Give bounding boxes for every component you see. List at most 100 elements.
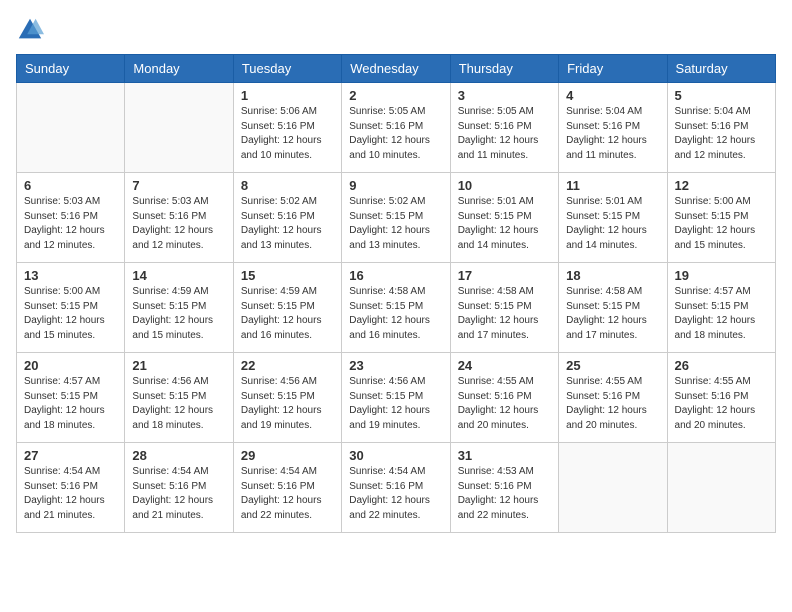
- calendar-cell: 7 Sunrise: 5:03 AM Sunset: 5:16 PM Daylig…: [125, 173, 233, 263]
- calendar-cell: 6 Sunrise: 5:03 AM Sunset: 5:16 PM Daylig…: [17, 173, 125, 263]
- day-info: Sunrise: 4:56 AM Sunset: 5:15 PM Dayligh…: [132, 375, 225, 433]
- logo-icon: [16, 16, 44, 44]
- calendar-cell: 1 Sunrise: 5:06 AM Sunset: 5:16 PM Daylig…: [233, 83, 341, 173]
- day-info: Sunrise: 5:00 AM Sunset: 5:15 PM Dayligh…: [675, 195, 768, 253]
- day-number: 11: [566, 178, 659, 193]
- day-number: 13: [24, 268, 117, 283]
- day-number: 27: [24, 448, 117, 463]
- header-monday: Monday: [125, 55, 233, 83]
- day-number: 21: [132, 358, 225, 373]
- calendar-cell: 26 Sunrise: 4:55 AM Sunset: 5:16 PM Dayli…: [667, 353, 775, 443]
- day-number: 7: [132, 178, 225, 193]
- day-number: 10: [458, 178, 551, 193]
- header-tuesday: Tuesday: [233, 55, 341, 83]
- day-number: 29: [241, 448, 334, 463]
- day-number: 30: [349, 448, 442, 463]
- calendar-cell: 17 Sunrise: 4:58 AM Sunset: 5:15 PM Dayli…: [450, 263, 558, 353]
- calendar-cell: 13 Sunrise: 5:00 AM Sunset: 5:15 PM Dayli…: [17, 263, 125, 353]
- logo: [16, 16, 48, 44]
- day-number: 4: [566, 88, 659, 103]
- day-number: 17: [458, 268, 551, 283]
- calendar-cell: 15Sunrise: 4:59 AM Sunset: 5:15 PM Dayli…: [233, 263, 341, 353]
- day-number: 3: [458, 88, 551, 103]
- header-thursday: Thursday: [450, 55, 558, 83]
- day-info: Sunrise: 5:04 AM Sunset: 5:16 PM Dayligh…: [566, 105, 659, 163]
- day-info: Sunrise: 5:02 AM Sunset: 5:16 PM Dayligh…: [241, 195, 334, 253]
- day-number: 12: [675, 178, 768, 193]
- header-saturday: Saturday: [667, 55, 775, 83]
- day-number: 25: [566, 358, 659, 373]
- calendar-cell: 29 Sunrise: 4:54 AM Sunset: 5:16 PM Dayli…: [233, 443, 341, 533]
- calendar-cell: 16Sunrise: 4:58 AM Sunset: 5:15 PM Dayli…: [342, 263, 450, 353]
- day-info: Sunrise: 5:05 AM Sunset: 5:16 PM Dayligh…: [349, 105, 442, 163]
- day-info: Sunrise: 5:06 AM Sunset: 5:16 PM Dayligh…: [241, 105, 334, 163]
- day-info: Sunrise: 4:54 AM Sunset: 5:16 PM Dayligh…: [241, 465, 334, 523]
- page-header: [16, 16, 776, 44]
- day-number: 2: [349, 88, 442, 103]
- calendar-cell: 2 Sunrise: 5:05 AM Sunset: 5:16 PM Daylig…: [342, 83, 450, 173]
- calendar-cell: [17, 83, 125, 173]
- day-info: Sunrise: 5:02 AM Sunset: 5:15 PM Dayligh…: [349, 195, 442, 253]
- calendar-week-row: 13 Sunrise: 5:00 AM Sunset: 5:15 PM Dayli…: [17, 263, 776, 353]
- calendar-cell: 8 Sunrise: 5:02 AM Sunset: 5:16 PM Daylig…: [233, 173, 341, 263]
- calendar-cell: 12 Sunrise: 5:00 AM Sunset: 5:15 PM Dayli…: [667, 173, 775, 263]
- day-number: 15: [241, 268, 334, 283]
- header-wednesday: Wednesday: [342, 55, 450, 83]
- calendar-cell: 3 Sunrise: 5:05 AM Sunset: 5:16 PM Daylig…: [450, 83, 558, 173]
- calendar-cell: 22 Sunrise: 4:56 AM Sunset: 5:15 PM Dayli…: [233, 353, 341, 443]
- day-info: Sunrise: 5:01 AM Sunset: 5:15 PM Dayligh…: [566, 195, 659, 253]
- calendar-cell: 5Sunrise: 5:04 AM Sunset: 5:16 PM Daylig…: [667, 83, 775, 173]
- calendar-week-row: 6 Sunrise: 5:03 AM Sunset: 5:16 PM Daylig…: [17, 173, 776, 263]
- calendar-cell: 18Sunrise: 4:58 AM Sunset: 5:15 PM Dayli…: [559, 263, 667, 353]
- day-info: Sunrise: 4:55 AM Sunset: 5:16 PM Dayligh…: [675, 375, 768, 433]
- calendar-cell: 20 Sunrise: 4:57 AM Sunset: 5:15 PM Dayli…: [17, 353, 125, 443]
- calendar-cell: [559, 443, 667, 533]
- day-info: Sunrise: 5:03 AM Sunset: 5:16 PM Dayligh…: [132, 195, 225, 253]
- day-number: 24: [458, 358, 551, 373]
- day-info: Sunrise: 4:54 AM Sunset: 5:16 PM Dayligh…: [24, 465, 117, 523]
- calendar-cell: [125, 83, 233, 173]
- day-info: Sunrise: 4:54 AM Sunset: 5:16 PM Dayligh…: [132, 465, 225, 523]
- day-number: 1: [241, 88, 334, 103]
- day-info: Sunrise: 4:55 AM Sunset: 5:16 PM Dayligh…: [458, 375, 551, 433]
- calendar-cell: 9Sunrise: 5:02 AM Sunset: 5:15 PM Daylig…: [342, 173, 450, 263]
- calendar-header-row: SundayMondayTuesdayWednesdayThursdayFrid…: [17, 55, 776, 83]
- calendar-cell: 30 Sunrise: 4:54 AM Sunset: 5:16 PM Dayli…: [342, 443, 450, 533]
- calendar-cell: 4 Sunrise: 5:04 AM Sunset: 5:16 PM Daylig…: [559, 83, 667, 173]
- day-number: 6: [24, 178, 117, 193]
- calendar-cell: 19 Sunrise: 4:57 AM Sunset: 5:15 PM Dayli…: [667, 263, 775, 353]
- day-info: Sunrise: 5:03 AM Sunset: 5:16 PM Dayligh…: [24, 195, 117, 253]
- header-sunday: Sunday: [17, 55, 125, 83]
- day-number: 8: [241, 178, 334, 193]
- calendar-cell: 24 Sunrise: 4:55 AM Sunset: 5:16 PM Dayli…: [450, 353, 558, 443]
- calendar-week-row: 27 Sunrise: 4:54 AM Sunset: 5:16 PM Dayli…: [17, 443, 776, 533]
- day-info: Sunrise: 5:01 AM Sunset: 5:15 PM Dayligh…: [458, 195, 551, 253]
- calendar-cell: 11 Sunrise: 5:01 AM Sunset: 5:15 PM Dayli…: [559, 173, 667, 263]
- day-info: Sunrise: 4:57 AM Sunset: 5:15 PM Dayligh…: [675, 285, 768, 343]
- day-info: Sunrise: 5:05 AM Sunset: 5:16 PM Dayligh…: [458, 105, 551, 163]
- calendar-table: SundayMondayTuesdayWednesdayThursdayFrid…: [16, 54, 776, 533]
- day-number: 28: [132, 448, 225, 463]
- day-info: Sunrise: 5:04 AM Sunset: 5:16 PM Dayligh…: [675, 105, 768, 163]
- day-number: 31: [458, 448, 551, 463]
- day-number: 20: [24, 358, 117, 373]
- calendar-cell: 28 Sunrise: 4:54 AM Sunset: 5:16 PM Dayli…: [125, 443, 233, 533]
- day-number: 19: [675, 268, 768, 283]
- day-info: Sunrise: 4:58 AM Sunset: 5:15 PM Dayligh…: [458, 285, 551, 343]
- day-info: Sunrise: 4:59 AM Sunset: 5:15 PM Dayligh…: [132, 285, 225, 343]
- calendar-cell: 14 Sunrise: 4:59 AM Sunset: 5:15 PM Dayli…: [125, 263, 233, 353]
- day-number: 23: [349, 358, 442, 373]
- day-number: 14: [132, 268, 225, 283]
- day-info: Sunrise: 4:56 AM Sunset: 5:15 PM Dayligh…: [241, 375, 334, 433]
- calendar-cell: 23Sunrise: 4:56 AM Sunset: 5:15 PM Dayli…: [342, 353, 450, 443]
- calendar-cell: 27 Sunrise: 4:54 AM Sunset: 5:16 PM Dayli…: [17, 443, 125, 533]
- day-number: 26: [675, 358, 768, 373]
- day-number: 22: [241, 358, 334, 373]
- calendar-week-row: 20 Sunrise: 4:57 AM Sunset: 5:15 PM Dayli…: [17, 353, 776, 443]
- calendar-week-row: 1 Sunrise: 5:06 AM Sunset: 5:16 PM Daylig…: [17, 83, 776, 173]
- day-info: Sunrise: 4:57 AM Sunset: 5:15 PM Dayligh…: [24, 375, 117, 433]
- calendar-cell: 10 Sunrise: 5:01 AM Sunset: 5:15 PM Dayli…: [450, 173, 558, 263]
- day-info: Sunrise: 4:53 AM Sunset: 5:16 PM Dayligh…: [458, 465, 551, 523]
- day-info: Sunrise: 5:00 AM Sunset: 5:15 PM Dayligh…: [24, 285, 117, 343]
- day-info: Sunrise: 4:54 AM Sunset: 5:16 PM Dayligh…: [349, 465, 442, 523]
